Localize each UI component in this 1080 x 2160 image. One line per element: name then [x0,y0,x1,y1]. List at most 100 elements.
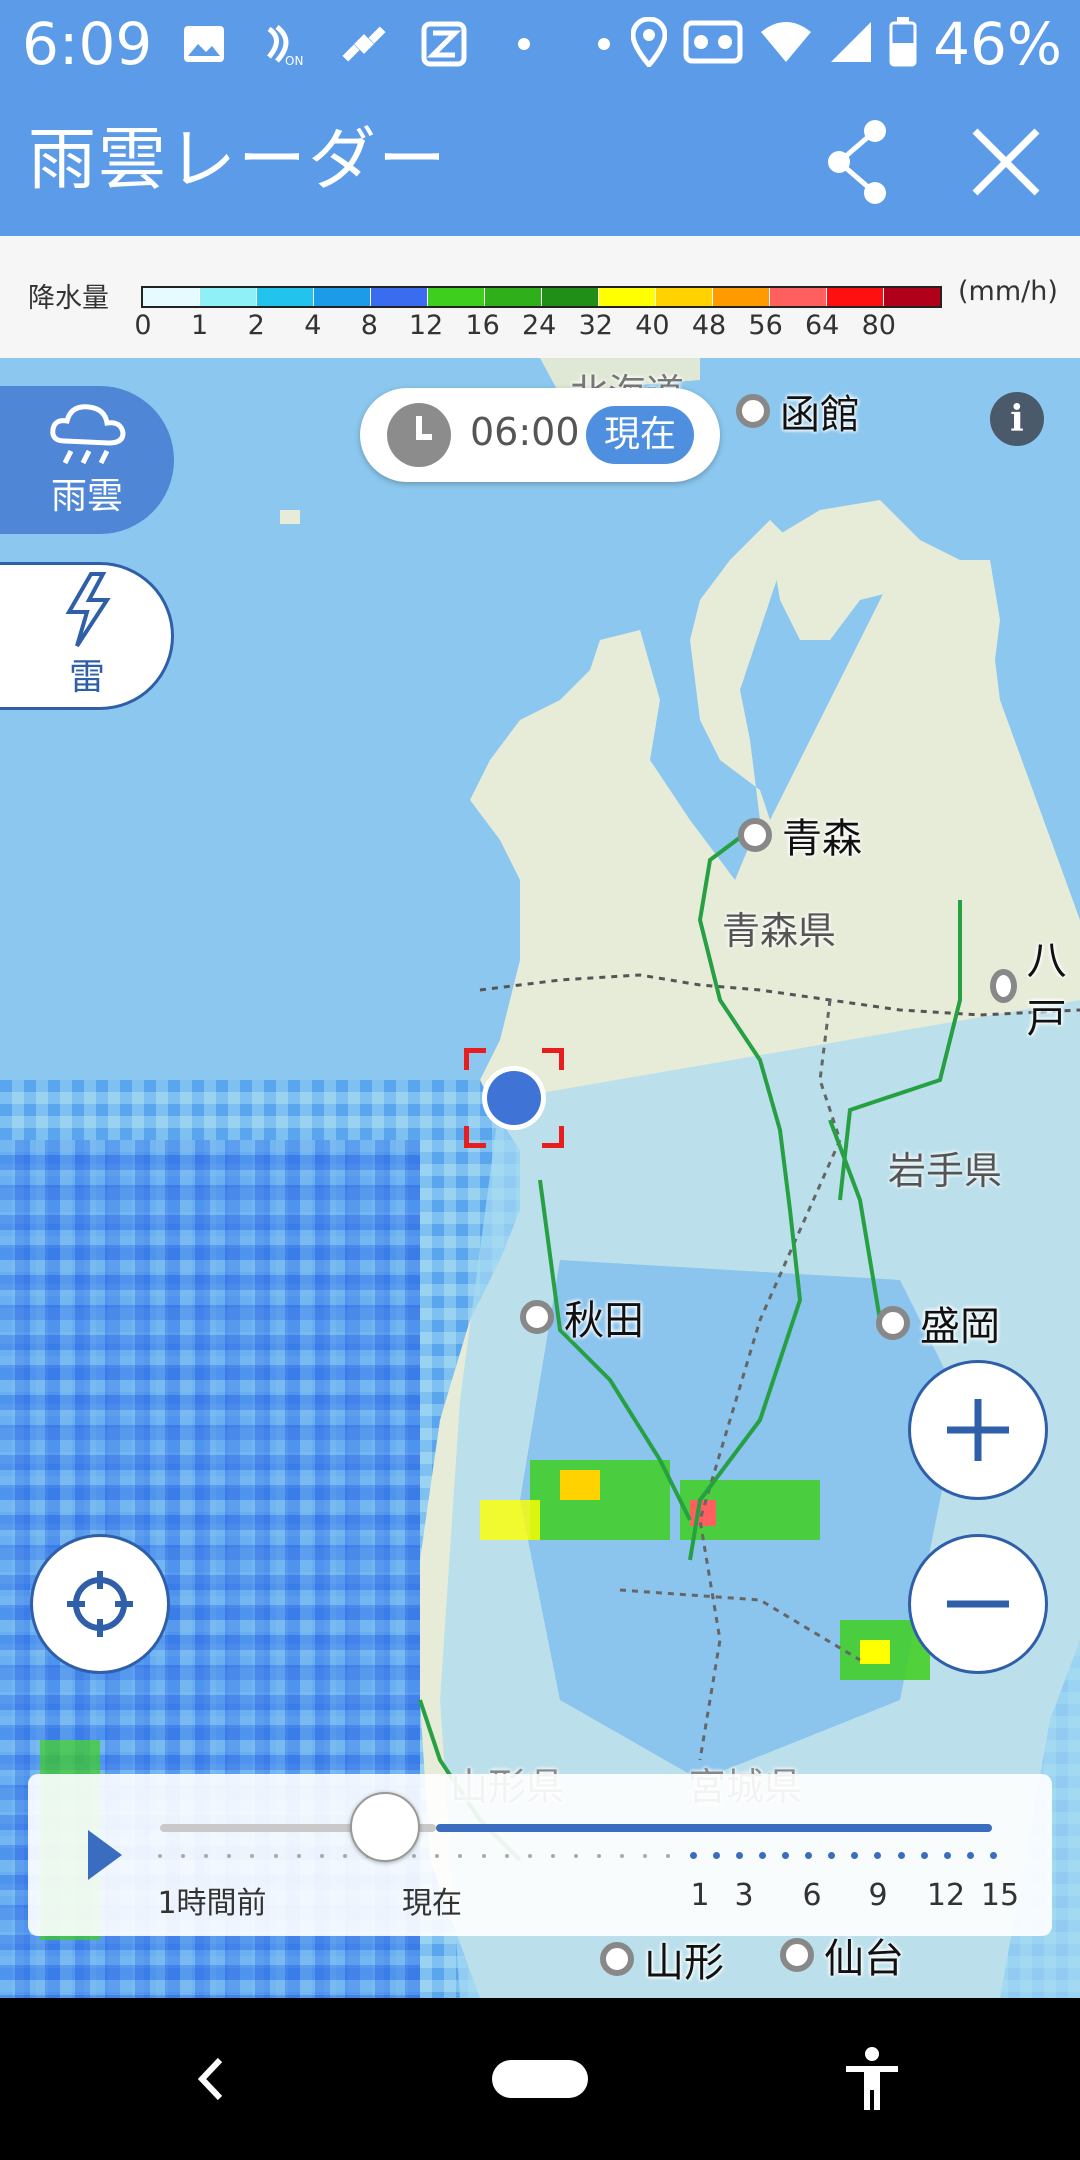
timeline-tick [874,1852,882,1859]
legend-tick-label: 1 [191,310,209,341]
info-button[interactable]: i [990,392,1044,446]
location-target-icon [464,1048,564,1148]
timeline-track-future[interactable] [436,1824,992,1832]
legend-tick-label: 2 [247,310,265,341]
legend-swatch [656,288,713,306]
legend-swatch [599,288,656,306]
close-icon [972,128,1040,196]
legend-title: 降水量 [28,283,109,314]
timeline-tick [319,1854,324,1858]
thunder-button[interactable]: 雷 [0,562,174,710]
legend-tick-label: 16 [465,310,500,341]
location-pin-icon [630,16,668,71]
legend-tick-label: 32 [578,310,613,341]
legend-tick-label: 80 [861,310,896,341]
place-pin [736,394,770,428]
timeline-tick [643,1854,648,1858]
legend-swatch [314,288,371,306]
timeline-tick [897,1852,905,1859]
current-location-marker [464,1048,564,1148]
wifi-icon [759,20,813,68]
locate-me-button[interactable] [30,1534,170,1674]
dot-icon [578,18,630,70]
home-button[interactable] [492,2060,588,2098]
label-hour-6: 6 [802,1878,822,1913]
info-icon: i [1010,398,1024,440]
status-time: 6:09 [22,10,153,78]
legend-swatch [143,288,200,306]
timeline-slider-panel: 1時間前 現在 1 3 6 9 12 15 [28,1774,1052,1936]
rain-cloud-button[interactable]: 雨雲 [0,386,174,534]
timeline-tick [342,1854,347,1858]
place-akita: 秋田 [520,1288,644,1346]
timeline-tick [250,1854,255,1858]
satellite-icon [338,18,390,70]
timeline-tick [943,1852,951,1859]
timeline-tick [481,1854,486,1858]
crosshair-icon [67,1571,133,1637]
place-aomori: 青森 [738,806,862,864]
back-icon [197,2057,223,2101]
timeline-tick [805,1852,813,1859]
timeline-thumb[interactable] [349,1792,420,1862]
time-chip[interactable]: 06:00 現在 [360,388,720,482]
timeline-tick [550,1854,555,1858]
timeline-tick [851,1852,859,1859]
legend-tick-label: 56 [748,310,783,341]
timeline-tick [227,1854,232,1858]
status-right: 46% [630,10,1062,78]
zoom-out-button[interactable] [908,1534,1048,1674]
legend-tick-label: 0 [134,310,152,341]
place-pin [780,1938,814,1972]
accessibility-icon [846,2047,898,2110]
share-button[interactable] [806,110,910,214]
legend-tick-label: 8 [360,310,378,341]
timeline-tick [204,1854,209,1858]
place-pin [990,969,1017,1003]
image-icon [178,18,230,70]
status-bar: 6:09 ON 46% [0,0,1080,88]
play-icon[interactable] [88,1830,122,1880]
label-one-hour-ago: 1時間前 [157,1886,267,1921]
place-yamagata: 山形 [600,1930,724,1988]
timeline-tick [504,1854,509,1858]
timeline-tick [666,1854,671,1858]
legend-tick-label: 4 [304,310,322,341]
legend-swatch [428,288,485,306]
timeline-tick [712,1852,720,1859]
clock-icon [386,402,452,468]
legend-tick-label: 12 [408,310,444,341]
svg-text:ON: ON [285,54,303,68]
timeline-tick [920,1852,928,1859]
timeline-tick [181,1854,186,1858]
place-pin [520,1300,554,1334]
rain-cloud-icon [50,404,126,465]
accessibility-button[interactable] [842,2046,902,2116]
legend-tick-label: 48 [691,310,727,341]
battery-icon [889,17,917,71]
thunder-label: 雷 [68,657,105,698]
timeline-tick [412,1854,417,1858]
minus-icon [947,1600,1009,1608]
signal-icon [829,20,873,68]
close-button[interactable] [954,110,1058,214]
lightning-icon [65,572,111,648]
timeline-tick [296,1854,301,1858]
label-hour-15: 15 [980,1878,1020,1913]
back-button[interactable] [190,2054,230,2108]
rain-cloud-label: 雨雲 [50,476,123,517]
legend-swatch [485,288,542,306]
current-time: 06:00 [470,410,580,454]
share-icon [828,120,886,204]
legend-unit: (mm/h) [958,276,1058,307]
legend-tick-label: 40 [635,310,670,341]
label-hour-9: 9 [868,1878,888,1913]
label-now: 現在 [402,1886,462,1921]
zoom-in-button[interactable] [908,1360,1048,1500]
legend-tick-label: 64 [805,310,840,341]
timeline-tick [689,1852,697,1859]
timeline-tick [966,1852,974,1859]
legend-swatch [257,288,314,306]
timeline-tick [758,1852,766,1859]
timeline-tick [458,1854,463,1858]
